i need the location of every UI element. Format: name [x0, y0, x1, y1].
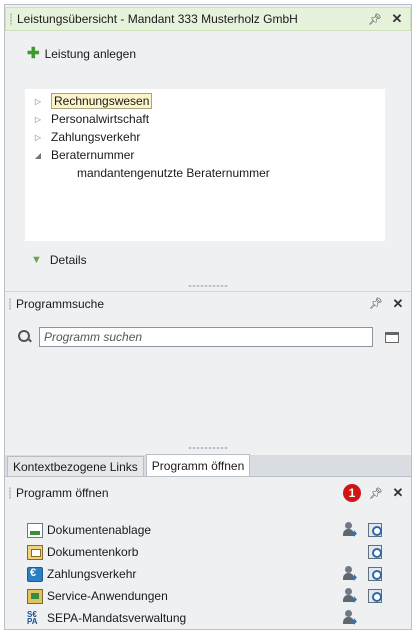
tree-item-label: mandantengenutzte Beraternummer — [77, 166, 270, 180]
tree-item-mandantengenutzte-beraternummer[interactable]: mandantengenutzte Beraternummer — [77, 164, 270, 182]
pin-icon[interactable]: 📌︎ — [367, 295, 385, 313]
program-search-icon[interactable] — [367, 566, 383, 582]
collapse-arrow-icon[interactable]: ◢ — [31, 151, 45, 160]
add-service-link[interactable]: ✚ Leistung anlegen — [27, 45, 136, 62]
open-program-title: Programm öffnen — [16, 486, 109, 500]
pin-icon[interactable]: 📌︎ — [367, 484, 385, 502]
service-tree: ▷ Rechnungswesen ▷ Personalwirtschaft ▷ … — [25, 89, 385, 241]
tree-item-label: Personalwirtschaft — [51, 112, 150, 126]
splitter-handle[interactable] — [5, 445, 411, 451]
tree-item-personalwirtschaft[interactable]: ▷ Personalwirtschaft — [25, 110, 149, 128]
side-panel-container: Leistungsübersicht - Mandant 333 Musterh… — [4, 4, 412, 630]
payment-icon — [27, 566, 43, 582]
plus-icon: ✚ — [27, 45, 40, 62]
callout-badge: 1 — [343, 484, 361, 502]
expand-arrow-icon[interactable]: ▷ — [31, 97, 45, 106]
tree-item-label: Rechnungswesen — [51, 93, 153, 109]
add-service-label: Leistung anlegen — [44, 47, 136, 61]
open-program-header: Programm öffnen 1 📌︎ ✕ — [5, 481, 411, 505]
sepa-icon: S€ PA — [27, 609, 38, 626]
details-label: Details — [49, 253, 87, 267]
splitter-handle[interactable] — [5, 283, 411, 289]
services-panel-title: Leistungsübersicht - Mandant 333 Musterh… — [17, 12, 298, 26]
open-for-client-icon[interactable] — [341, 588, 357, 604]
chevron-down-icon: ▼ — [31, 254, 42, 266]
expand-arrow-icon[interactable]: ▷ — [31, 133, 45, 142]
search-icon — [17, 329, 33, 345]
tree-item-beraternummer[interactable]: ◢ Beraternummer — [25, 146, 134, 164]
window-icon[interactable] — [385, 331, 399, 343]
program-search-title: Programmsuche — [16, 296, 105, 311]
tree-item-label: Beraternummer — [51, 148, 135, 162]
panel-grip[interactable] — [10, 13, 12, 25]
program-search-icon[interactable] — [367, 522, 383, 538]
program-search-input[interactable] — [39, 327, 373, 347]
program-search-icon[interactable] — [367, 588, 383, 604]
pin-icon[interactable]: 📌︎ — [366, 10, 384, 28]
tab-kontextbezogene-links[interactable]: Kontextbezogene Links — [7, 456, 144, 476]
close-icon[interactable]: ✕ — [388, 10, 406, 28]
open-for-client-icon[interactable] — [341, 566, 357, 582]
program-item-dokumentenkorb[interactable]: Dokumentenkorb — [27, 541, 397, 563]
open-for-client-icon[interactable] — [341, 522, 357, 538]
program-item-service-anwendungen[interactable]: Service-Anwendungen — [27, 585, 397, 607]
tree-item-label: Zahlungsverkehr — [51, 130, 141, 144]
close-icon[interactable]: ✕ — [389, 295, 407, 313]
program-item-sepa-mandatsverwaltung[interactable]: S€ PA SEPA-Mandatsverwaltung — [27, 607, 397, 629]
program-search-icon[interactable] — [367, 544, 383, 560]
details-toggle[interactable]: ▼ Details — [31, 253, 87, 267]
panel-grip[interactable] — [9, 297, 11, 310]
program-search-row — [17, 327, 399, 347]
program-item-zahlungsverkehr[interactable]: Zahlungsverkehr — [27, 563, 397, 585]
services-panel-body: ✚ Leistung anlegen ▷ Rechnungswesen ▷ Pe… — [5, 31, 411, 283]
service-apps-icon — [27, 588, 43, 604]
services-panel-header: Leistungsübersicht - Mandant 333 Musterh… — [5, 7, 411, 31]
program-search-header: Programmsuche 📌︎ ✕ — [5, 291, 411, 315]
tree-item-rechnungswesen[interactable]: ▷ Rechnungswesen — [25, 92, 153, 110]
open-for-client-icon[interactable] — [341, 610, 357, 626]
tree-item-zahlungsverkehr[interactable]: ▷ Zahlungsverkehr — [25, 128, 140, 146]
document-archive-icon — [27, 522, 43, 538]
panel-tabs: Kontextbezogene Links Programm öffnen — [5, 454, 411, 477]
program-item-dokumentenablage[interactable]: Dokumentenablage — [27, 519, 397, 541]
expand-arrow-icon[interactable]: ▷ — [31, 115, 45, 124]
close-icon[interactable]: ✕ — [389, 484, 407, 502]
tab-programm-oeffnen[interactable]: Programm öffnen — [145, 454, 251, 476]
document-basket-icon — [27, 544, 43, 560]
panel-grip[interactable] — [9, 487, 11, 499]
